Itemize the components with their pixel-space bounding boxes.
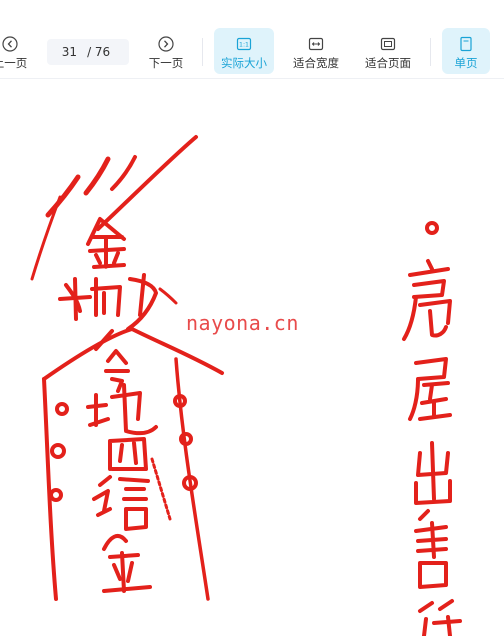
next-page-button[interactable]: 下一页	[140, 28, 192, 74]
document-page: nayona.cn	[0, 79, 504, 636]
toolbar-divider	[430, 38, 431, 66]
prev-page-button[interactable]: 上一页	[0, 28, 34, 74]
next-page-label: 下一页	[148, 56, 184, 70]
talisman-drawing	[30, 135, 462, 636]
actual-size-button[interactable]: 1:1 实际大小	[214, 28, 274, 74]
chevron-right-circle-icon	[158, 36, 174, 52]
prev-page-label: 上一页	[0, 56, 28, 70]
fit-width-icon	[308, 37, 324, 51]
current-page-input[interactable]: 31	[62, 45, 77, 59]
svg-text:1:1: 1:1	[239, 42, 249, 49]
fit-width-label: 适合宽度	[293, 56, 339, 70]
toolbar-divider	[202, 38, 203, 66]
viewer-toolbar: 上一页 31 / 76 下一页 1:1 实际大小 适合宽度	[0, 0, 504, 79]
single-page-button[interactable]: 单页	[442, 28, 490, 74]
fit-page-button[interactable]: 适合页面	[358, 28, 418, 74]
watermark-text: nayona.cn	[186, 311, 299, 335]
actual-size-icon: 1:1	[236, 37, 252, 51]
page-indicator[interactable]: 31 / 76	[47, 39, 129, 65]
fit-width-button[interactable]: 适合宽度	[286, 28, 346, 74]
fit-page-icon	[380, 37, 396, 51]
total-pages: / 76	[87, 45, 111, 59]
actual-size-label: 实际大小	[221, 56, 267, 70]
fit-page-label: 适合页面	[365, 56, 411, 70]
single-page-label: 单页	[454, 56, 478, 70]
chevron-left-circle-icon	[2, 36, 18, 52]
single-page-icon	[460, 36, 472, 52]
